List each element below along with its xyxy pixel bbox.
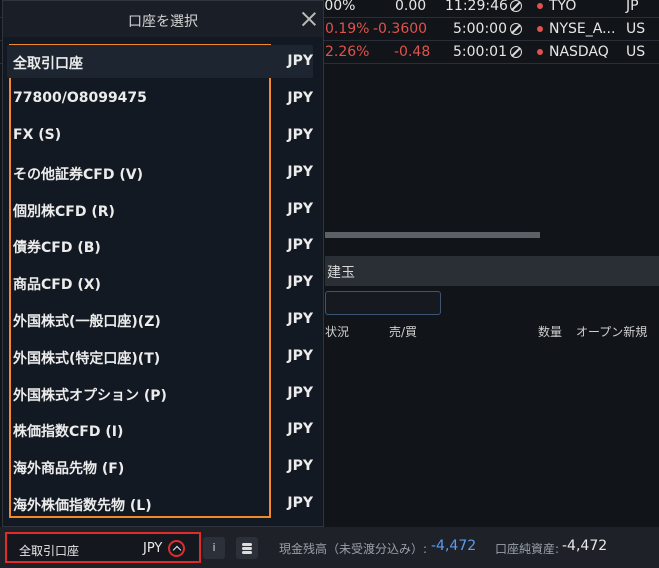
horizontal-scrollbar[interactable] (325, 232, 540, 238)
selected-account-currency: JPY (143, 541, 163, 556)
account-item-label: 商品CFD (X) (13, 277, 101, 293)
change-cell: -0.48 (394, 44, 431, 60)
account-item-label: 海外株価指数先物 (L) (13, 498, 152, 514)
pct-cell: 0.19% (325, 21, 370, 37)
dialog-header: 口座を選択 (3, 1, 323, 37)
account-item-label: 株価指数CFD (I) (13, 424, 124, 440)
account-item[interactable]: 株価指数CFD (I) JPY (7, 413, 313, 446)
account-item-label: 債券CFD (B) (13, 240, 101, 256)
account-item-label: 77800/O8099475 (13, 90, 147, 106)
positions-filter-input[interactable] (325, 291, 441, 315)
account-item-label: 海外商品先物 (F) (13, 461, 125, 477)
selected-account-label: 全取引口座 (19, 544, 80, 558)
coins-button[interactable] (236, 537, 258, 559)
account-select-dialog: 口座を選択 全取引口座 JPY 77800/O8099475 JPY FX (S… (2, 0, 324, 527)
column-header-status[interactable]: 状況 (325, 323, 349, 340)
time-cell: 11:29:46 (445, 0, 508, 14)
account-item-label: 全取引口座 (13, 56, 83, 72)
account-item-currency: JPY (287, 458, 313, 474)
halt-icon (510, 0, 522, 14)
cash-balance-value: -4,472 (431, 538, 477, 554)
column-header-side[interactable]: 売/買 (389, 323, 417, 340)
country-cell: US (626, 21, 646, 37)
column-header-quantity[interactable]: 数量 (538, 323, 562, 340)
pct-cell: 2.26% (325, 44, 370, 60)
column-header-open[interactable]: オープン新規 (576, 323, 647, 340)
halt-icon (510, 21, 522, 37)
account-item-currency: JPY (287, 385, 313, 401)
account-item[interactable]: 外国株式(一般口座)(Z) JPY (7, 303, 313, 336)
account-item[interactable]: 海外株価指数先物 (L) JPY (7, 487, 313, 520)
change-cell: 0.00 (395, 0, 427, 14)
account-item[interactable]: 個別株CFD (R) JPY (7, 193, 313, 226)
positions-section-bar (325, 256, 659, 286)
account-item-label: その他証券CFD (V) (13, 167, 143, 183)
account-item-currency: JPY (287, 90, 313, 106)
net-assets-value: -4,472 (562, 538, 608, 554)
account-item[interactable]: 全取引口座 JPY (7, 45, 313, 78)
account-item-currency: JPY (287, 164, 313, 180)
account-item-currency: JPY (287, 53, 313, 69)
account-item-currency: JPY (287, 495, 313, 511)
account-item-label: 外国株式(特定口座)(T) (13, 351, 161, 367)
market-cell: NYSE_A... (537, 21, 615, 37)
country-cell: US (626, 44, 646, 60)
positions-section-title[interactable]: 建玉 (327, 262, 355, 282)
account-item-currency: JPY (287, 421, 313, 437)
account-item-label: FX (S) (13, 127, 62, 143)
account-item[interactable]: 海外商品先物 (F) JPY (7, 450, 313, 483)
account-item-currency: JPY (287, 274, 313, 290)
market-cell: NASDAQ (537, 44, 609, 60)
close-icon[interactable] (301, 11, 317, 27)
info-button[interactable]: i (203, 537, 225, 559)
coins-icon (242, 543, 252, 546)
account-item-currency: JPY (287, 237, 313, 253)
account-item[interactable]: 外国株式(特定口座)(T) JPY (7, 340, 313, 373)
account-item-label: 個別株CFD (R) (13, 204, 115, 220)
change-cell: -0.3600 (373, 21, 428, 37)
account-item[interactable]: 債券CFD (B) JPY (7, 229, 313, 262)
account-item[interactable]: 77800/O8099475 JPY (7, 82, 313, 115)
account-item[interactable]: 外国株式オプション (P) JPY (7, 377, 313, 410)
account-select-button[interactable]: 全取引口座 JPY (5, 532, 201, 563)
time-cell: 5:00:00 (453, 21, 507, 37)
dialog-title: 口座を選択 (128, 14, 198, 30)
time-cell: 5:00:01 (453, 44, 507, 60)
halt-icon (510, 44, 522, 60)
net-assets-label: 口座純資産: (495, 542, 560, 556)
account-item-currency: JPY (287, 311, 313, 327)
account-item-label: 外国株式オプション (P) (13, 388, 167, 404)
account-item-currency: JPY (287, 127, 313, 143)
cash-balance-label: 現金残高（未受渡分込み）: (279, 542, 428, 556)
chevron-up-icon[interactable] (168, 540, 185, 557)
account-item-currency: JPY (287, 348, 313, 364)
account-item-label: 外国株式(一般口座)(Z) (13, 314, 161, 330)
market-cell: TYO (537, 0, 576, 14)
account-item[interactable]: 商品CFD (X) JPY (7, 266, 313, 299)
account-item[interactable]: FX (S) JPY (7, 119, 313, 152)
account-item[interactable]: その他証券CFD (V) JPY (7, 156, 313, 189)
account-item-currency: JPY (287, 201, 313, 217)
country-cell: JP (626, 0, 639, 14)
